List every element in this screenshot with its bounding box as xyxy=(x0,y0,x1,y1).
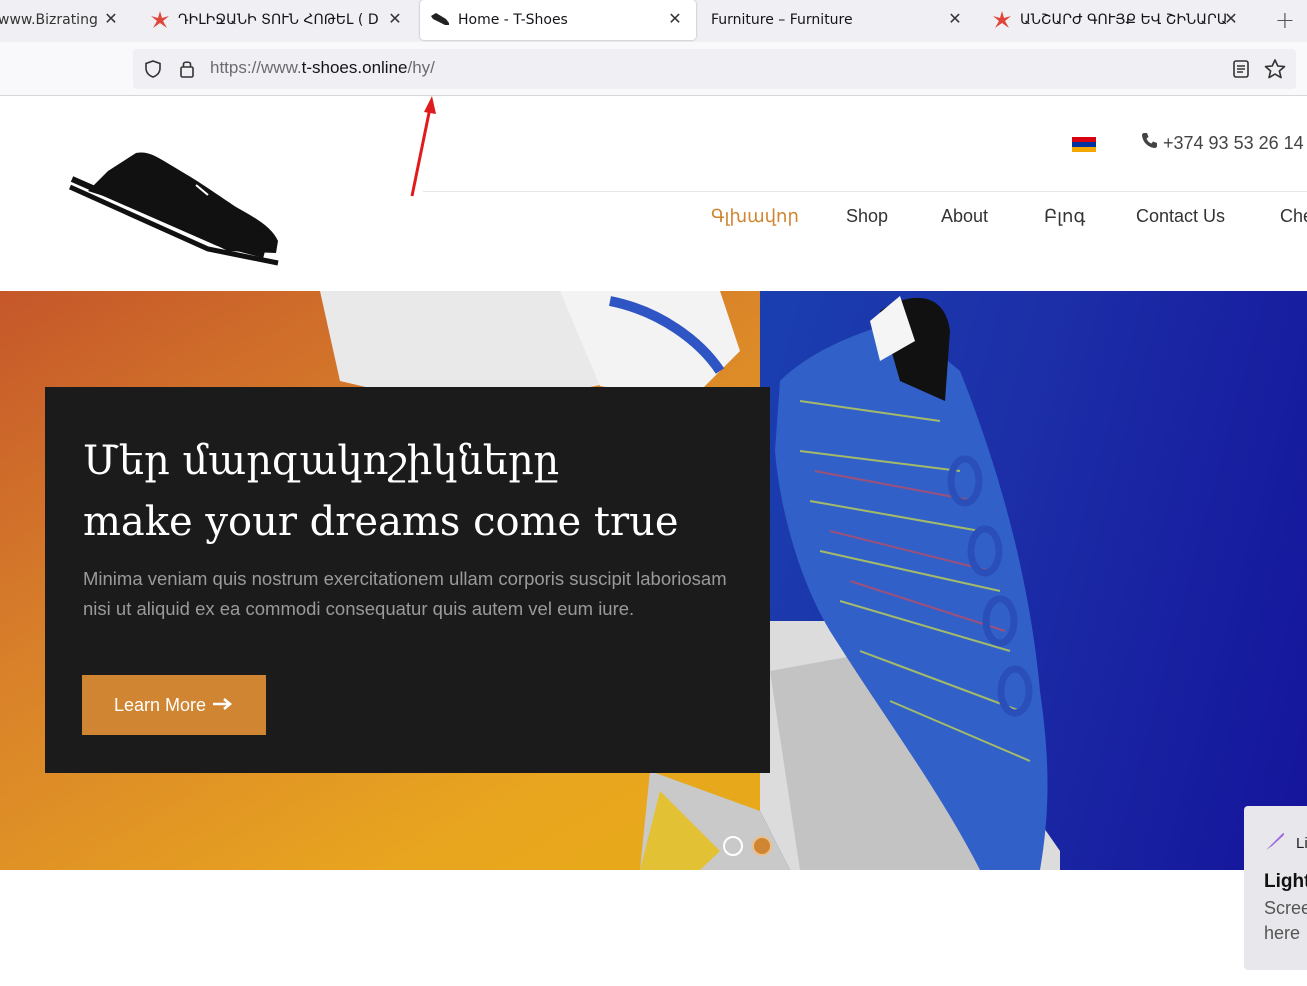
lightshot-body-line1: Scree xyxy=(1264,898,1307,918)
hero-title-line1: Մեր մարզակոշիկները xyxy=(83,438,560,484)
tab-title: ԴԻԼԻՋԱՆԻ ՏՈՒՆ ՀՈԹԵԼ ( DI xyxy=(178,12,378,28)
arrow-right-icon xyxy=(212,695,234,716)
site-logo[interactable] xyxy=(68,151,283,273)
tab-title: Home - T-Shoes xyxy=(458,12,568,28)
feather-icon xyxy=(1264,830,1286,856)
lightshot-heading: Light xyxy=(1264,871,1307,892)
browser-tab-bar: www.Bizratings. ✕ ԴԻԼԻՋԱՆԻ ՏՈՒՆ ՀՈԹԵԼ ( … xyxy=(0,0,1307,42)
annotation-arrow xyxy=(410,96,436,197)
tab-close-button[interactable]: ✕ xyxy=(1222,10,1240,28)
tab-dilijan-hotel[interactable]: ԴԻԼԻՋԱՆԻ ՏՈՒՆ ՀՈԹԵԼ ( DI ✕ xyxy=(140,0,410,40)
slider-dot-2[interactable] xyxy=(752,836,772,856)
phone-number[interactable]: +374 93 53 26 14 xyxy=(1141,132,1304,154)
tab-furniture[interactable]: Furniture – Furniture ✕ xyxy=(702,0,972,40)
red-star-icon xyxy=(150,10,170,30)
tab-close-button[interactable]: ✕ xyxy=(666,10,684,28)
tab-home-t-shoes[interactable]: Home - T-Shoes ✕ xyxy=(420,0,696,40)
shoe-logo-icon xyxy=(68,152,279,266)
nav-item-blog[interactable]: Բլոգ xyxy=(1044,206,1085,227)
hero-description: Minima veniam quis nostrum exercitatione… xyxy=(83,568,727,619)
lightshot-top-label: Lig xyxy=(1296,834,1307,852)
nav-item-about[interactable]: About xyxy=(941,206,988,227)
tab-title: www.Bizratings. xyxy=(0,12,98,28)
nav-item-contact[interactable]: Contact Us xyxy=(1136,206,1225,227)
phone-text: +374 93 53 26 14 xyxy=(1163,132,1304,153)
tab-real-estate[interactable]: ԱՆՇԱՐԺ ԳՈՒՅՔ ԵՎ ՇԻՆԱՐԱ ✕ xyxy=(982,0,1250,40)
lightshot-body-line2: here xyxy=(1264,923,1301,943)
lock-icon[interactable] xyxy=(178,58,196,84)
hero-title: Մեր մարզակոշիկները make your dreams come… xyxy=(83,431,753,553)
tab-close-button[interactable]: ✕ xyxy=(102,10,120,28)
tab-close-button[interactable]: ✕ xyxy=(386,10,404,28)
nav-item-home[interactable]: Գլխավոր xyxy=(711,206,799,227)
nav-item-checkout[interactable]: Che xyxy=(1280,206,1307,227)
learn-more-button[interactable]: Learn More xyxy=(82,675,266,735)
slider-dot-1[interactable] xyxy=(723,836,743,856)
browser-nav-bar: https://www.t-shoes.online/hy/ xyxy=(0,42,1307,96)
slider-dots xyxy=(723,836,772,856)
url-path: /hy/ xyxy=(407,58,435,77)
tab-bizratings[interactable]: www.Bizratings. ✕ xyxy=(0,0,128,40)
url-domain: t-shoes.online xyxy=(301,58,408,77)
url-prefix: https://www. xyxy=(210,58,302,77)
phone-icon xyxy=(1141,132,1158,154)
header-divider xyxy=(423,191,1307,192)
tab-title: ԱՆՇԱՐԺ ԳՈՒՅՔ ԵՎ ՇԻՆԱՐԱ xyxy=(1020,12,1228,28)
bookmark-star-icon[interactable] xyxy=(1264,58,1286,84)
hero-title-line2: make your dreams come true xyxy=(83,499,679,545)
lightshot-panel[interactable]: Lig Light Scree here xyxy=(1244,806,1307,970)
website-page: +374 93 53 26 14 Գլխավոր Shop About Բլոգ… xyxy=(0,96,1307,986)
hero-text-card: Մեր մարզակոշիկները make your dreams come… xyxy=(45,387,770,773)
shield-icon[interactable] xyxy=(143,59,163,83)
armenian-flag-icon[interactable] xyxy=(1072,137,1096,152)
lightshot-header: Lig xyxy=(1264,830,1307,856)
url-text[interactable]: https://www.t-shoes.online/hy/ xyxy=(210,58,435,78)
url-bar[interactable]: https://www.t-shoes.online/hy/ xyxy=(133,49,1296,89)
tab-title: Furniture – Furniture xyxy=(711,12,853,28)
hero-slider: Մեր մարզակոշիկները make your dreams come… xyxy=(0,291,1307,870)
learn-more-label: Learn More xyxy=(113,694,207,715)
nav-item-shop[interactable]: Shop xyxy=(846,206,888,227)
new-tab-button[interactable]: + xyxy=(1275,6,1295,34)
lightshot-body: Scree here xyxy=(1264,896,1307,946)
shoe-icon xyxy=(430,10,450,30)
tab-close-button[interactable]: ✕ xyxy=(946,10,964,28)
red-star-icon xyxy=(992,10,1012,30)
reader-view-icon[interactable] xyxy=(1232,59,1250,83)
